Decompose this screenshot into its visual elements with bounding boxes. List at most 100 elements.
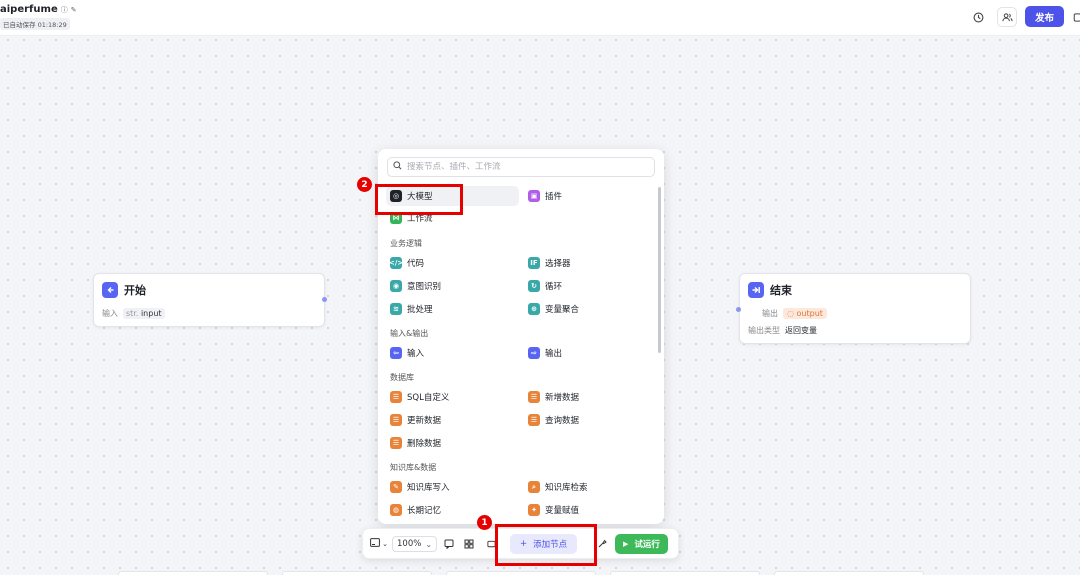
category-business-logic: 业务逻辑 xyxy=(390,239,422,248)
end-output-row: 输出 ◌ output xyxy=(748,308,827,319)
node-item-loop-label: 循环 xyxy=(545,282,563,292)
category-io: 输入&输出 xyxy=(390,329,429,338)
node-item-memory[interactable]: ◍ 长期记忆 xyxy=(386,500,519,520)
start-input-label: 输入 xyxy=(102,309,118,318)
node-item-sql[interactable]: ☰ SQL自定义 xyxy=(386,387,519,407)
node-item-batch[interactable]: ≋ 批处理 xyxy=(386,299,519,319)
node-item-var-assign[interactable]: ✦ 变量赋值 xyxy=(524,500,649,520)
end-output-type-row: 输出类型 返回变量 xyxy=(748,325,817,336)
end-output-type-label: 输出类型 xyxy=(748,326,780,335)
project-name[interactable]: aiperfume xyxy=(0,4,58,15)
start-icon xyxy=(102,282,118,298)
top-header: aiperfume ⓘ ✎ 已自动保存 01:18:29 发布 xyxy=(0,0,1080,36)
node-card-partial xyxy=(610,571,760,575)
category-knowledge: 知识库&数据 xyxy=(390,463,437,472)
node-item-batch-label: 批处理 xyxy=(407,305,433,315)
node-item-loop[interactable]: ↻ 循环 xyxy=(524,276,649,296)
panel-scrollbar[interactable] xyxy=(658,187,661,353)
node-card-partial xyxy=(282,571,432,575)
node-item-input-label: 输入 xyxy=(407,349,425,359)
end-node[interactable]: 结束 输出 ◌ output 输出类型 返回变量 xyxy=(739,273,971,344)
node-item-kb-write[interactable]: ✎ 知识库写入 xyxy=(386,477,519,497)
node-item-update-data-label: 更新数据 xyxy=(407,416,442,426)
intent-icon: ◉ xyxy=(390,280,402,292)
category-database: 数据库 xyxy=(390,373,414,382)
node-item-plugin-label: 插件 xyxy=(545,192,563,202)
end-output-var-tag: ◌ output xyxy=(783,308,827,319)
node-item-selector[interactable]: IF 选择器 xyxy=(524,253,649,273)
output-icon: ⇨ xyxy=(528,347,540,359)
memory-icon: ◍ xyxy=(390,504,402,516)
start-node-title: 开始 xyxy=(124,284,146,297)
node-item-kb-search[interactable]: ⌕ 知识库检索 xyxy=(524,477,649,497)
node-item-update-data[interactable]: ☰ 更新数据 xyxy=(386,410,519,430)
node-card-partial xyxy=(774,571,924,575)
knowledge-write-icon: ✎ xyxy=(390,481,402,493)
zoom-select[interactable]: 100% ⌄ xyxy=(392,536,438,552)
node-search-input[interactable] xyxy=(407,162,647,172)
end-node-title: 结束 xyxy=(770,284,792,297)
warning-icon: ◌ xyxy=(787,309,794,318)
publish-button[interactable]: 发布 xyxy=(1025,6,1064,27)
node-search-box[interactable] xyxy=(387,157,655,177)
node-item-intent-label: 意图识别 xyxy=(407,282,442,292)
start-input-name: input xyxy=(140,309,162,318)
node-item-output-label: 输出 xyxy=(545,349,563,359)
end-output-type-value: 返回变量 xyxy=(785,326,817,335)
trial-run-button[interactable]: ▶ 试运行 xyxy=(615,534,668,554)
aggregate-icon: ⊕ xyxy=(528,303,540,315)
debug-icon[interactable] xyxy=(595,536,609,552)
node-item-kb-search-label: 知识库检索 xyxy=(545,483,588,493)
node-item-var-aggregate[interactable]: ⊕ 变量聚合 xyxy=(524,299,649,319)
edit-icon[interactable]: ✎ xyxy=(71,6,77,14)
node-card-partial xyxy=(118,571,268,575)
code-icon: </> xyxy=(388,257,404,269)
zoom-value: 100% xyxy=(397,539,422,549)
more-icon[interactable] xyxy=(1070,7,1080,27)
node-item-delete-data[interactable]: ☰ 删除数据 xyxy=(386,433,519,453)
node-item-input[interactable]: ⇦ 输入 xyxy=(386,343,519,363)
node-item-selector-label: 选择器 xyxy=(545,259,571,269)
node-item-intent[interactable]: ◉ 意图识别 xyxy=(386,276,519,296)
batch-icon: ≋ xyxy=(390,303,402,315)
node-item-query-data[interactable]: ☰ 查询数据 xyxy=(524,410,649,430)
autosave-status: 已自动保存 01:18:29 xyxy=(0,18,70,30)
users-icon[interactable] xyxy=(997,7,1017,27)
input-icon: ⇦ xyxy=(390,347,402,359)
loop-icon: ↻ xyxy=(528,280,540,292)
start-output-port[interactable] xyxy=(322,297,327,302)
start-node[interactable]: 开始 输入 str. input xyxy=(93,273,325,327)
project-title[interactable]: aiperfume ⓘ ✎ xyxy=(0,4,77,15)
start-input-row: 输入 str. input xyxy=(102,308,165,319)
database-icon: ☰ xyxy=(390,391,402,403)
plugin-icon: ▣ xyxy=(528,190,540,202)
end-node-header: 结束 xyxy=(748,282,792,298)
clock-icon[interactable] xyxy=(968,7,988,27)
comment-icon[interactable] xyxy=(442,536,456,552)
node-item-var-aggregate-label: 变量聚合 xyxy=(545,305,580,315)
end-output-var: output xyxy=(796,309,823,318)
node-item-kb-write-label: 知识库写入 xyxy=(407,483,450,493)
end-output-label: 输出 xyxy=(762,309,778,318)
search-icon xyxy=(393,161,402,173)
node-item-code-label: 代码 xyxy=(407,259,425,269)
assign-icon: ✦ xyxy=(528,504,540,516)
node-item-code[interactable]: </> 代码 xyxy=(386,253,519,273)
layout-icon[interactable] xyxy=(462,536,476,552)
database-delete-icon: ☰ xyxy=(390,437,402,449)
node-card-partial xyxy=(446,571,596,575)
node-item-var-assign-label: 变量赋值 xyxy=(545,506,580,516)
minimap-toggle[interactable]: ⌄ xyxy=(368,536,390,552)
node-item-add-data[interactable]: ☰ 新增数据 xyxy=(524,387,649,407)
trial-run-label: 试运行 xyxy=(634,540,660,550)
node-item-plugin[interactable]: ▣ 插件 xyxy=(524,186,649,206)
node-item-output[interactable]: ⇨ 输出 xyxy=(524,343,649,363)
database-query-icon: ☰ xyxy=(528,414,540,426)
end-icon xyxy=(748,282,764,298)
start-node-header: 开始 xyxy=(102,282,146,298)
start-input-tag: str. input xyxy=(123,308,165,319)
end-input-port[interactable] xyxy=(736,307,741,312)
info-icon[interactable]: ⓘ xyxy=(61,5,68,15)
play-icon: ▶ xyxy=(623,540,629,548)
annotation-badge-2: 2 xyxy=(357,177,372,192)
